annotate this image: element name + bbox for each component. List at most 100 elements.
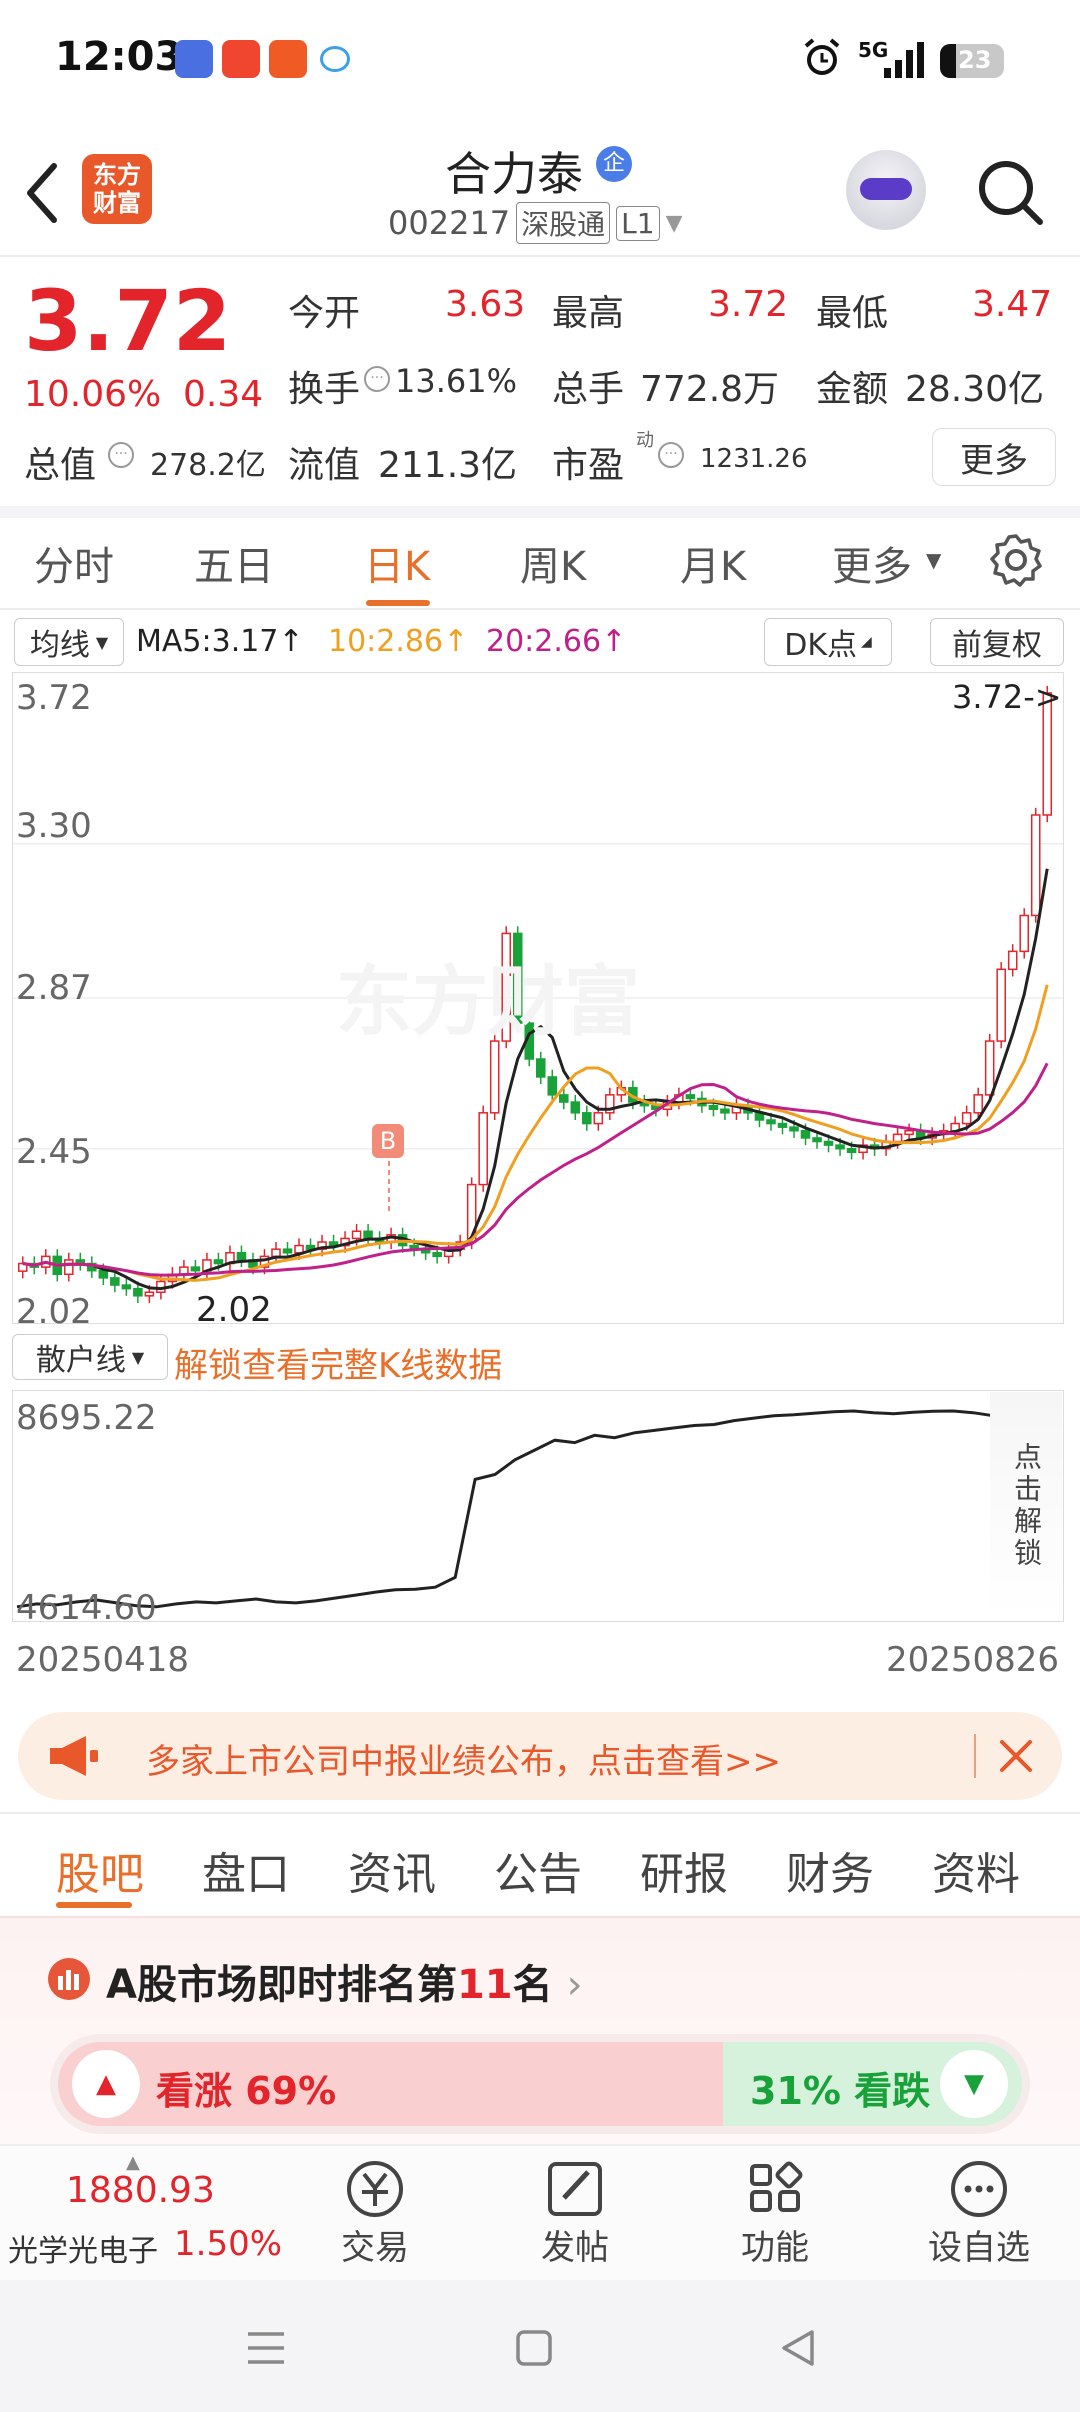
triangle-up-icon[interactable]: ▲ — [72, 2050, 140, 2118]
sentiment-panel: A股市场即时排名第11名 › ▲ 看涨 69% 31% 看跌 ▼ — [0, 1918, 1080, 2144]
x-end-date: 20250826 — [886, 1640, 1060, 1680]
candle — [904, 1130, 914, 1136]
trade-icon — [347, 2161, 403, 2217]
market-cap-label: 总值 — [24, 445, 97, 486]
watchlist-label: 设自选 — [928, 2228, 1030, 2268]
banner-text: 多家上市公司中报业绩公布，点击查看>> — [146, 1742, 781, 1782]
tab-monthly-k[interactable]: 月K — [680, 534, 746, 592]
y-tick-label: 3.72 — [16, 678, 92, 718]
adjust-button[interactable]: 前复权 — [930, 618, 1064, 666]
tab-daily-k[interactable]: 日K — [364, 534, 430, 592]
close-icon[interactable] — [996, 1736, 1036, 1776]
settings-gear-icon[interactable] — [988, 532, 1044, 588]
back-nav-icon[interactable] — [778, 2328, 818, 2368]
candle — [363, 1230, 373, 1240]
indicator-chart-frame — [12, 1390, 1064, 1622]
section-gap — [0, 506, 1080, 518]
tab-profile[interactable]: 资料 — [932, 1838, 1020, 1902]
info-icon[interactable]: ··· — [364, 366, 390, 392]
ma-selector[interactable]: 均线 ▼ — [14, 618, 124, 666]
chevron-down-icon: ▼ — [926, 548, 942, 572]
robot-avatar[interactable] — [846, 150, 926, 230]
side-unlock-button[interactable]: 点击解锁 — [990, 1392, 1062, 1620]
candle — [984, 1040, 995, 1096]
amount-label: 金额 — [816, 369, 889, 410]
tab-weekly-k[interactable]: 周K — [520, 534, 586, 592]
info-icon[interactable]: ··· — [108, 442, 134, 468]
high-label: 最高 — [552, 293, 625, 334]
triangle-down-icon[interactable]: ▼ — [940, 2050, 1008, 2118]
candle — [98, 1269, 109, 1279]
candle — [271, 1248, 281, 1258]
candle — [708, 1104, 719, 1110]
tab-intraday[interactable]: 分时 — [34, 534, 114, 592]
rank-number: 11 — [456, 1962, 513, 2008]
change-amount: 0.34 — [183, 374, 264, 415]
candle — [1019, 914, 1030, 953]
announcement-banner[interactable]: 多家上市公司中报业绩公布，点击查看>> — [18, 1712, 1062, 1800]
banner-divider — [974, 1734, 976, 1778]
home-icon[interactable] — [514, 2328, 554, 2368]
buy-signal-marker[interactable]: B — [372, 1124, 404, 1158]
float-cap-value: 211.3亿 — [378, 445, 518, 486]
candle — [64, 1259, 74, 1276]
candle — [110, 1277, 120, 1286]
function-button[interactable]: 功能 — [730, 2158, 820, 2269]
tab-orderbook[interactable]: 盘口 — [202, 1838, 290, 1902]
tab-announcements[interactable]: 公告 — [494, 1838, 582, 1902]
volume-value: 772.8万 — [640, 369, 780, 410]
dk-label: DK点 — [784, 628, 857, 663]
trade-button[interactable]: 交易 — [330, 2158, 420, 2269]
market-cap-value: 278.2亿 — [150, 448, 266, 483]
megaphone-icon — [50, 1736, 98, 1776]
candle — [1030, 814, 1041, 917]
brand-logo[interactable]: 东方 财富 — [82, 154, 152, 224]
rank-suffix: 名 — [512, 1962, 553, 2008]
edit-icon — [548, 2162, 602, 2216]
candle — [685, 1094, 696, 1100]
function-label: 功能 — [741, 2228, 809, 2268]
tab-forum[interactable]: 股吧 — [56, 1838, 144, 1902]
tab-finance[interactable]: 财务 — [786, 1838, 874, 1902]
back-arrow-icon[interactable] — [24, 162, 60, 224]
info-icon[interactable]: ··· — [658, 442, 684, 468]
section-divider — [0, 1812, 1080, 1814]
chevron-down-icon: ▼ — [131, 1347, 145, 1367]
rank-prefix: A股市场即时排名第 — [106, 1962, 457, 2008]
candle — [973, 1094, 983, 1114]
stock-code-row[interactable]: 002217 深股通 L1 ▼ — [388, 202, 683, 244]
enterprise-badge: 企 — [596, 146, 632, 182]
candle — [432, 1252, 442, 1258]
more-button[interactable]: 更多 — [932, 428, 1056, 486]
sector-name[interactable]: 光学光电子 — [8, 2226, 158, 2270]
trade-label: 交易 — [341, 2228, 409, 2268]
candle — [190, 1266, 201, 1272]
retail-line-series — [16, 1409, 994, 1609]
candle — [996, 968, 1006, 1042]
sector-index-value[interactable]: 1880.93 — [66, 2170, 215, 2211]
tab-five-day[interactable]: 五日 — [194, 534, 274, 592]
candle — [121, 1284, 132, 1290]
level-tag: L1 — [616, 205, 660, 241]
tab-more[interactable]: 更多 — [832, 534, 912, 592]
search-icon[interactable] — [976, 158, 1046, 228]
candle — [236, 1252, 247, 1261]
indicator-chart — [16, 1409, 994, 1609]
x-start-date: 20250418 — [16, 1640, 190, 1680]
indicator-selector[interactable]: 散户线 ▼ — [12, 1334, 168, 1380]
post-button[interactable]: 发帖 — [530, 2158, 620, 2269]
dk-point-selector[interactable]: DK点 ◢ — [764, 618, 892, 666]
logo-text-2: 财富 — [93, 189, 141, 217]
candle — [892, 1133, 903, 1143]
unlock-link[interactable]: 解锁查看完整K线数据 — [174, 1338, 502, 1387]
menu-icon[interactable] — [246, 2330, 286, 2366]
battery-level: 23 — [958, 46, 992, 74]
open-value: 3.63 — [445, 284, 526, 325]
candle — [835, 1144, 845, 1150]
tab-news[interactable]: 资讯 — [348, 1838, 436, 1902]
watchlist-button[interactable]: 设自选 — [924, 2158, 1034, 2269]
tab-research[interactable]: 研报 — [640, 1838, 728, 1902]
candle — [812, 1137, 822, 1143]
candle — [282, 1248, 293, 1254]
rank-text[interactable]: A股市场即时排名第11名 › — [106, 1952, 583, 2010]
